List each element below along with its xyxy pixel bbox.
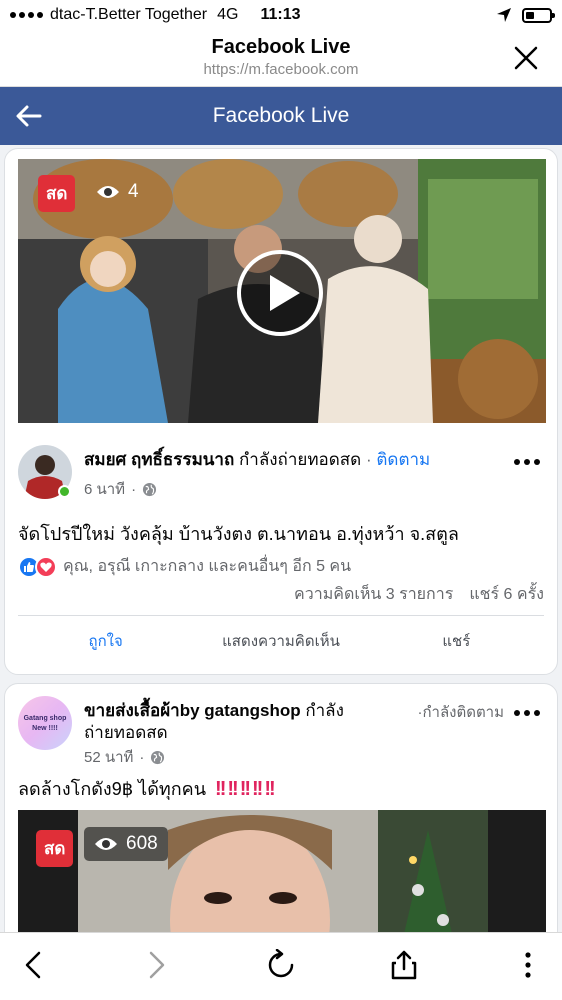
avatar-text-2: New !!!! — [32, 725, 58, 732]
post-time[interactable]: 6 นาที — [84, 477, 125, 501]
double-exclamation-emojis: !! !! !! !! !! — [215, 778, 276, 801]
author-name[interactable]: สมยศ ฤทธิ์ธรรมนาถ — [84, 450, 234, 469]
page-title: Facebook Live — [212, 104, 350, 127]
play-icon[interactable] — [236, 249, 324, 337]
reload-icon[interactable] — [265, 949, 297, 981]
close-icon[interactable] — [512, 44, 540, 72]
network-type: 4G — [217, 6, 239, 23]
live-post-card: สด 4 สมยศ ฤทธิ์ธรรมนาถ กำลังถ่ายทอดสด · … — [4, 148, 558, 675]
engagement-counts: ความคิดเห็น 3 รายการ แชร์ 6 ครั้ง — [294, 582, 544, 607]
live-video[interactable]: สด 608 — [18, 810, 546, 932]
double-exclamation-icon: !! — [264, 778, 275, 800]
more-vertical-icon[interactable] — [512, 949, 544, 981]
globe-icon — [143, 482, 157, 496]
signal-strength-icon — [10, 12, 43, 18]
more-options-icon[interactable] — [512, 706, 542, 720]
live-post-card: Gatang shop New !!!! ขายส่งเสื้อผ้าby ga… — [4, 683, 558, 932]
double-exclamation-icon: !! — [252, 778, 263, 800]
author-line: ขายส่งเสื้อผ้าby gatangshop กำลัง ถ่ายทอ… — [84, 700, 444, 744]
double-exclamation-icon: !! — [227, 778, 238, 800]
reactions-text: คุณ, อรุณี เกาะกลาง และคนอื่นๆ อีก 5 คน — [63, 558, 352, 575]
status-bar: dtac-T.Better Together 4G 11:13 — [0, 0, 562, 30]
following-label: กำลังติดตาม — [422, 704, 504, 721]
post-time[interactable]: 52 นาที — [84, 745, 133, 769]
like-button[interactable]: ถูกใจ — [18, 629, 193, 659]
post-text-body: ลดล้างโกดัง9฿ ได้ทุกคน — [18, 779, 207, 799]
browser-title: Facebook Live — [211, 36, 351, 58]
double-exclamation-icon: !! — [215, 778, 226, 800]
online-status-dot — [58, 485, 71, 498]
author-line: สมยศ ฤทธิ์ธรรมนาถ กำลังถ่ายทอดสด · ติดตา… — [84, 449, 474, 471]
double-exclamation-icon: !! — [239, 778, 251, 800]
post-meta: 6 นาที · — [84, 477, 157, 501]
globe-icon — [151, 750, 165, 764]
meta-dot: · — [139, 748, 145, 766]
clock: 11:13 — [260, 6, 301, 23]
live-status: กำลัง — [305, 701, 344, 720]
share-icon[interactable] — [388, 949, 420, 981]
avatar-text-1: Gatang shop — [24, 715, 67, 722]
back-arrow-icon[interactable] — [12, 99, 46, 133]
post-meta: 52 นาที · — [84, 745, 165, 769]
battery-level — [526, 11, 534, 19]
following-status[interactable]: ·กำลังติดตาม — [417, 700, 504, 724]
live-video[interactable]: สด 4 — [18, 159, 546, 423]
eye-icon — [97, 186, 119, 198]
chevron-left-icon[interactable] — [18, 949, 50, 981]
live-badge: สด — [36, 830, 74, 867]
divider — [18, 615, 544, 616]
location-arrow-icon — [497, 8, 511, 22]
battery-icon — [522, 7, 555, 23]
love-reaction-icon — [35, 555, 57, 578]
viewer-count: 608 — [84, 827, 168, 861]
facebook-header: Facebook Live — [0, 87, 562, 145]
viewer-number: 608 — [126, 833, 158, 854]
live-badge: สด — [38, 175, 76, 212]
browser-url: https://m.facebook.com — [203, 61, 359, 78]
share-count[interactable]: แชร์ 6 ครั้ง — [469, 582, 544, 607]
post-text: จัดโปรปีใหม่ วังคลุ้ม บ้านวังตง ต.นาทอน … — [18, 524, 459, 544]
viewer-number: 4 — [128, 181, 139, 202]
more-options-icon[interactable] — [512, 455, 542, 469]
share-button[interactable]: แชร์ — [369, 629, 544, 659]
carrier-name: dtac-T.Better Together — [50, 6, 208, 23]
avatar[interactable]: Gatang shop New !!!! — [18, 696, 72, 750]
meta-dot: · — [131, 480, 137, 498]
post-text: ลดล้างโกดัง9฿ ได้ทุกคน !! !! !! !! !! — [18, 774, 544, 803]
avatar-image: Gatang shop New !!!! — [18, 696, 72, 750]
browser-header: Facebook Live https://m.facebook.com — [0, 30, 562, 87]
author-name[interactable]: ขายส่งเสื้อผ้าby gatangshop — [84, 701, 301, 720]
follow-link[interactable]: ติดตาม — [376, 450, 430, 469]
comment-count[interactable]: ความคิดเห็น 3 รายการ — [294, 582, 453, 607]
feed[interactable]: สด 4 สมยศ ฤทธิ์ธรรมนาถ กำลังถ่ายทอดสด · … — [0, 145, 562, 932]
post-actions: ถูกใจ แสดงความคิดเห็น แชร์ — [18, 629, 544, 659]
browser-toolbar — [0, 932, 562, 1000]
live-status: กำลังถ่ายทอดสด — [238, 450, 362, 469]
reactions-summary[interactable]: คุณ, อรุณี เกาะกลาง และคนอื่นๆ อีก 5 คน — [18, 554, 351, 579]
live-status-cont: ถ่ายทอดสด — [84, 723, 168, 742]
comment-button[interactable]: แสดงความคิดเห็น — [193, 629, 368, 659]
eye-icon — [95, 838, 117, 850]
viewer-count: 4 — [96, 181, 139, 203]
separator-dot: · — [365, 450, 372, 469]
chevron-right-icon[interactable] — [140, 949, 172, 981]
